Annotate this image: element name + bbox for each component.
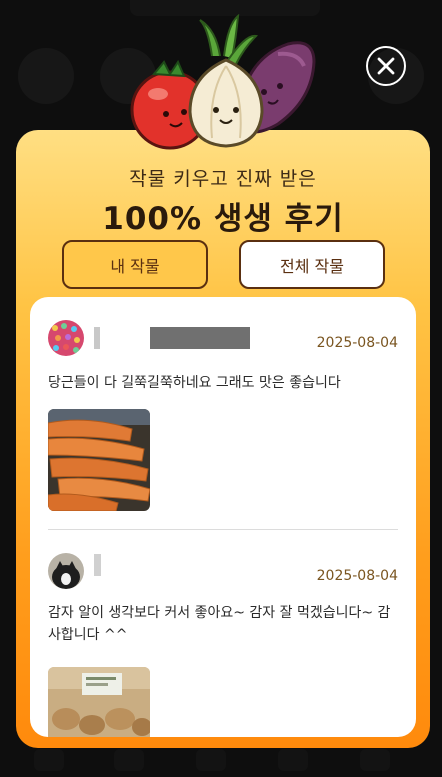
tab-my-crops[interactable]: 내 작물 xyxy=(62,240,208,289)
review-date: 2025-08-04 xyxy=(316,568,398,584)
close-icon xyxy=(377,57,395,75)
potatoes-photo[interactable] xyxy=(48,667,150,737)
avatar xyxy=(48,320,84,356)
modal-subtitle: 작물 키우고 진짜 받은 xyxy=(129,168,317,190)
review-divider xyxy=(48,529,398,530)
tab-all-crops-label: 전체 작물 xyxy=(280,256,344,276)
review-list[interactable]: 2025-08-04 당근들이 다 길쭉길쭉하네요 그래도 맛은 좋습니다 20… xyxy=(30,297,416,737)
modal-title: 100% 생생 후기 xyxy=(102,201,344,237)
tab-my-crops-label: 내 작물 xyxy=(110,256,160,276)
review-text: 당근들이 다 길쭉길쭉하네요 그래도 맛은 좋습니다 xyxy=(48,375,341,391)
username-redacted xyxy=(150,327,250,349)
close-button[interactable] xyxy=(366,46,406,86)
avatar xyxy=(48,553,84,589)
reviews-modal: 작물 키우고 진짜 받은 100% 생생 후기 내 작물 전체 작물 2025-… xyxy=(16,130,430,748)
carrots-photo[interactable] xyxy=(48,409,150,511)
username-redacted xyxy=(94,327,100,349)
username-redacted xyxy=(94,554,101,576)
crop-mascots-illustration xyxy=(128,13,324,152)
onion-mascot-icon xyxy=(188,13,264,148)
review-text: 감자 알이 생각보다 커서 좋아요~ 감자 잘 먹겠습니다~ 감사합니다 ^^ xyxy=(48,605,391,643)
review-date: 2025-08-04 xyxy=(316,335,398,351)
tab-all-crops[interactable]: 전체 작물 xyxy=(239,240,385,289)
